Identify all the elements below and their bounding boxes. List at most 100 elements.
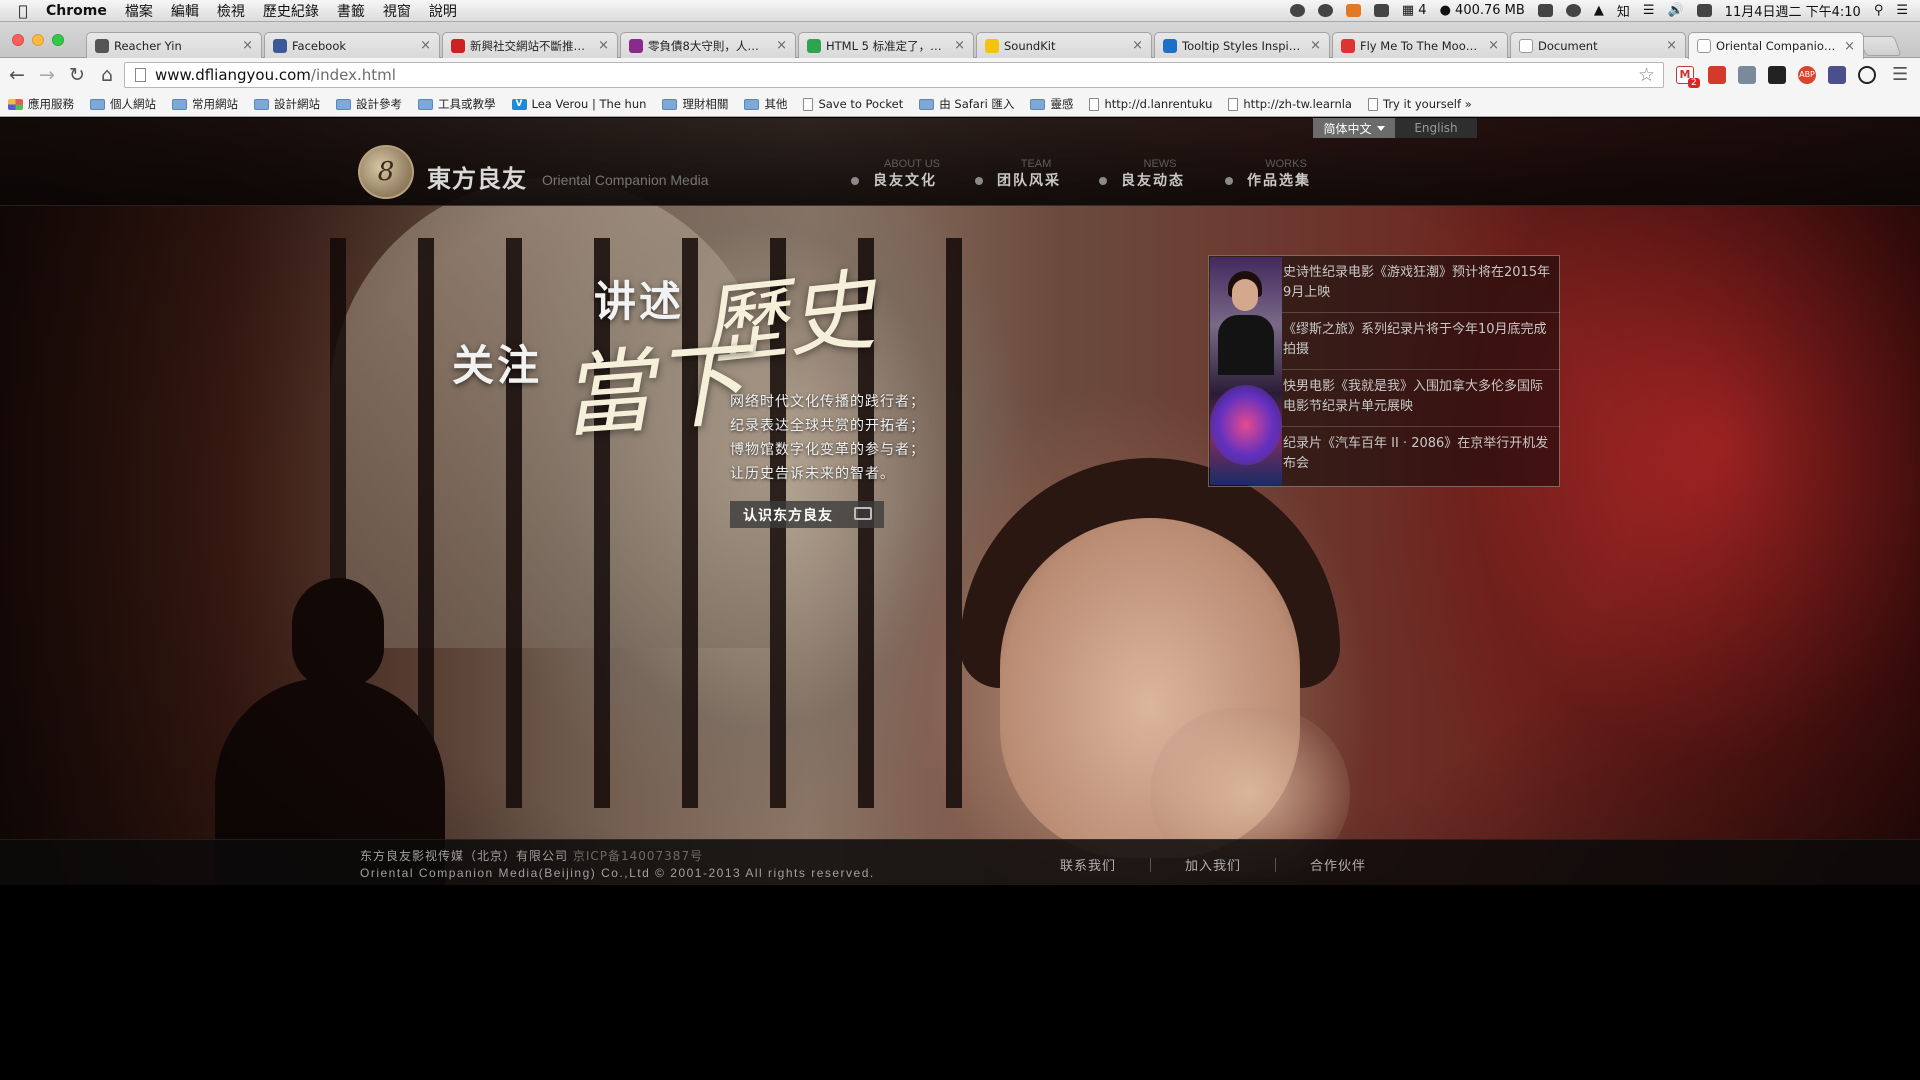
fox-icon[interactable] — [1345, 4, 1361, 17]
back-icon[interactable]: ← — [4, 64, 30, 86]
bookmark-item[interactable]: 工具或教學 — [418, 96, 496, 112]
reload-icon[interactable]: ↻ — [64, 64, 90, 86]
display-icon[interactable] — [1537, 4, 1553, 17]
nav-news[interactable]: NEWS 良友动态 — [1099, 158, 1231, 190]
news-photo[interactable] — [1210, 257, 1282, 485]
menu-help[interactable]: 說明 — [429, 1, 457, 21]
bookmark-item[interactable]: 其他 — [744, 96, 787, 112]
bookmark-item[interactable]: http://d.lanrentuku — [1089, 97, 1212, 111]
extension-blue-icon[interactable] — [1828, 66, 1846, 84]
bookmark-item[interactable]: 個人網站 — [90, 96, 156, 112]
browser-tab[interactable]: Oriental Companion Me × — [1688, 32, 1864, 59]
minimize-window-button[interactable] — [32, 34, 44, 46]
bookmark-item[interactable]: 靈感 — [1030, 96, 1073, 112]
browser-tab[interactable]: 新興社交網站不斷推出， × — [442, 32, 618, 58]
time-machine-icon[interactable] — [1565, 4, 1581, 17]
partners-link[interactable]: 合作伙伴 — [1310, 855, 1366, 874]
close-tab-icon[interactable]: × — [954, 38, 965, 53]
timer-icon[interactable] — [1373, 4, 1389, 17]
menu-file[interactable]: 檔案 — [125, 1, 153, 21]
news-item[interactable]: 《缪斯之旅》系列纪录片将于今年10月底完成拍摄 — [1282, 313, 1560, 370]
apple-menu-icon[interactable]:  — [0, 2, 46, 20]
forward-icon[interactable]: → — [34, 64, 60, 86]
bookmark-item[interactable]: http://zh-tw.learnla — [1228, 97, 1352, 111]
address-bar[interactable]: www.dfliangyou.com/index.html ☆ — [124, 62, 1664, 88]
bookmark-item[interactable]: 設計網站 — [254, 96, 320, 112]
close-tab-icon[interactable]: × — [242, 38, 253, 53]
bookmark-item[interactable]: Try it yourself » — [1367, 97, 1472, 111]
close-tab-icon[interactable]: × — [1132, 38, 1143, 53]
menu-view[interactable]: 檢視 — [217, 1, 245, 21]
menu-bookmarks[interactable]: 書籤 — [337, 1, 365, 21]
bookmark-item[interactable]: Save to Pocket — [803, 97, 903, 111]
browser-tab[interactable]: Facebook × — [264, 32, 440, 58]
close-tab-icon[interactable]: × — [1666, 38, 1677, 53]
notification-icon[interactable] — [1289, 4, 1305, 17]
bookmark-item[interactable]: V Lea Verou | The hun — [511, 97, 646, 111]
input-method[interactable]: 知 — [1617, 1, 1630, 20]
eject-icon[interactable]: ▲ — [1594, 3, 1604, 18]
tab-title: 零負債8大守則，人生共享 — [648, 38, 771, 53]
line-icon[interactable] — [1317, 4, 1333, 17]
logo-chinese-name[interactable]: 東方良友 — [427, 159, 527, 194]
notification-center-icon[interactable]: ☰ — [1896, 3, 1908, 18]
close-tab-icon[interactable]: × — [1844, 39, 1855, 54]
flag-icon[interactable] — [1696, 4, 1712, 17]
close-tab-icon[interactable]: × — [776, 38, 787, 53]
app-menu[interactable]: Chrome — [46, 3, 107, 19]
browser-tab[interactable]: Tooltip Styles Inspiratio × — [1154, 32, 1330, 58]
new-tab-button[interactable] — [1858, 36, 1902, 56]
memory-indicator[interactable]: ● 400.76 MB — [1440, 3, 1525, 18]
lang-simplified-chinese[interactable]: 简体中文 — [1313, 118, 1395, 138]
apps-grid-icon — [8, 98, 23, 110]
browser-tab[interactable]: HTML 5 标准定了，哪家 × — [798, 32, 974, 58]
nav-works[interactable]: WORKS 作品选集 — [1225, 158, 1357, 190]
volume-icon[interactable]: 🔊 — [1667, 3, 1683, 18]
menu-edit[interactable]: 編輯 — [171, 1, 199, 21]
url-host: www.dfliangyou.com — [155, 66, 311, 84]
nav-about-us[interactable]: ABOUT US 良友文化 — [851, 158, 983, 190]
home-icon[interactable]: ⌂ — [94, 64, 120, 86]
adblock-icon[interactable]: ABP — [1798, 66, 1816, 84]
join-us-link[interactable]: 加入我们 — [1185, 855, 1241, 874]
clock[interactable]: 11月4日週二 下午4:10 — [1725, 1, 1861, 20]
extension-red-icon[interactable] — [1708, 66, 1726, 84]
close-tab-icon[interactable]: × — [1310, 38, 1321, 53]
bookmark-item[interactable]: 常用網站 — [172, 96, 238, 112]
lang-english[interactable]: English — [1395, 118, 1477, 138]
bookmark-item[interactable]: 應用服務 — [8, 96, 74, 112]
icp-license-link[interactable]: 京ICP备14007387号 — [573, 849, 703, 863]
browser-tab[interactable]: Reacher Yin × — [86, 32, 262, 58]
browser-tab[interactable]: SoundKit × — [976, 32, 1152, 58]
browser-tab[interactable]: Fly Me To The Moon Cl × — [1332, 32, 1508, 58]
extension-circle-icon[interactable] — [1858, 66, 1876, 84]
news-item[interactable]: 纪录片《汽车百年 II · 2086》在京举行开机发布会 — [1282, 427, 1560, 484]
spotlight-icon[interactable]: ⚲ — [1874, 3, 1884, 18]
adobe-updates-indicator[interactable]: ▦ 4 — [1402, 3, 1427, 18]
eyedropper-icon[interactable] — [1738, 66, 1756, 84]
bookmark-item[interactable]: 設計參考 — [336, 96, 402, 112]
chrome-menu-icon[interactable]: ☰ — [1892, 64, 1908, 85]
news-item[interactable]: 快男电影《我就是我》入围加拿大多伦多国际电影节纪录片单元展映 — [1282, 370, 1560, 427]
wifi-icon[interactable]: ☰ — [1643, 3, 1655, 18]
zoom-window-button[interactable] — [52, 34, 64, 46]
close-tab-icon[interactable]: × — [1488, 38, 1499, 53]
browser-tab[interactable]: Document × — [1510, 32, 1686, 58]
news-item[interactable]: 史诗性纪录电影《游戏狂潮》预计将在2015年9月上映 — [1282, 256, 1560, 313]
menu-window[interactable]: 視窗 — [383, 1, 411, 21]
nav-team[interactable]: TEAM 团队风采 — [975, 158, 1107, 190]
logo-emblem[interactable]: 8 — [358, 145, 414, 199]
photo-head — [1232, 279, 1258, 311]
bookmark-star-icon[interactable]: ☆ — [1638, 64, 1655, 86]
contact-us-link[interactable]: 联系我们 — [1060, 855, 1116, 874]
close-tab-icon[interactable]: × — [420, 38, 431, 53]
about-company-button[interactable]: 认识东方良友 — [730, 501, 884, 528]
menu-history[interactable]: 歷史紀錄 — [263, 1, 319, 21]
website-viewport: 简体中文 English 8 東方良友 Oriental Companion M… — [0, 118, 1920, 885]
bookmark-item[interactable]: 由 Safari 匯入 — [919, 96, 1014, 112]
extension-dark-icon[interactable] — [1768, 66, 1786, 84]
browser-tab[interactable]: 零負債8大守則，人生共享 × — [620, 32, 796, 58]
close-window-button[interactable] — [12, 34, 24, 46]
close-tab-icon[interactable]: × — [598, 38, 609, 53]
bookmark-item[interactable]: 理財相關 — [662, 96, 728, 112]
